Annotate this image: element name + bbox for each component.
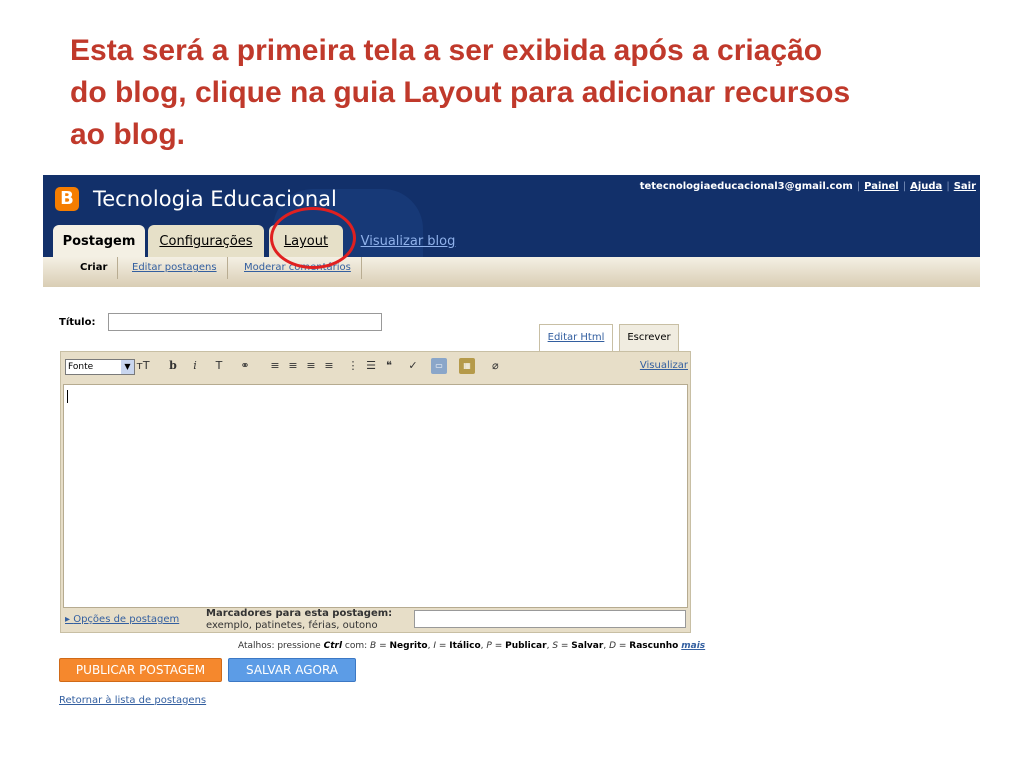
painel-link[interactable]: Painel — [864, 181, 899, 192]
account-bar: tetecnologiaeducacional3@gmail.com | Paine… — [639, 181, 976, 192]
tab-escrever[interactable]: Escrever — [619, 324, 679, 353]
tab-configuracoes[interactable]: Configurações — [148, 225, 264, 257]
align-center-icon[interactable]: ≡ — [285, 358, 301, 374]
video-icon[interactable]: ▦ — [459, 358, 475, 374]
layout-highlight-circle — [270, 207, 356, 269]
link-icon[interactable]: ⚭ — [237, 358, 253, 374]
bullet-list-icon[interactable]: ☰ — [363, 358, 379, 374]
font-select-value: Fonte — [68, 362, 94, 372]
blogger-screenshot: B Tecnologia Educacional tetecnologiaedu… — [43, 175, 980, 715]
shortcut-italico: Itálico — [449, 641, 481, 651]
shortcut-salvar: Salvar — [571, 641, 604, 651]
sub-navigation: Criar Editar postagens Moderar comentári… — [43, 257, 980, 287]
chevron-down-icon: ▼ — [121, 360, 134, 374]
remove-format-icon[interactable]: ⌀ — [487, 358, 503, 374]
tab-editar-html[interactable]: Editar Html — [539, 324, 613, 353]
font-size-icon[interactable]: ᴛT — [135, 358, 151, 374]
labels-input[interactable] — [414, 610, 686, 628]
align-left-icon[interactable]: ≡ — [267, 358, 283, 374]
align-right-icon[interactable]: ≡ — [303, 358, 319, 374]
numbered-list-icon[interactable]: ⋮ — [345, 358, 361, 374]
image-icon[interactable]: ▭ — [431, 358, 447, 374]
editor-toolbar: Fonte ▼ ᴛT b i T ⚭ ≡ ≡ ≡ ≡ ⋮ ☰ ❝ ✓ ▭ ▦ ⌀ … — [61, 352, 690, 382]
preview-link[interactable]: Visualizar — [640, 360, 688, 371]
shortcuts-key: Ctrl — [323, 641, 343, 651]
caption-line-2: do blog, clique na guia Layout para adic… — [70, 76, 851, 109]
title-label: Título: — [59, 317, 96, 328]
post-options-link[interactable]: ▸ Opções de postagem — [65, 614, 179, 625]
blogger-logo-icon[interactable]: B — [55, 187, 79, 211]
post-editor: Fonte ▼ ᴛT b i T ⚭ ≡ ≡ ≡ ≡ ⋮ ☰ ❝ ✓ ▭ ▦ ⌀ … — [60, 351, 691, 633]
shortcuts-with: com: — [344, 641, 368, 651]
shortcut-key-s: S — [552, 641, 559, 651]
shortcut-key-b: B — [370, 641, 377, 651]
instruction-caption: Esta será a primeira tela a ser exibida … — [70, 30, 990, 156]
subnav-editar-postagens[interactable]: Editar postagens — [132, 257, 228, 279]
text-caret — [67, 390, 68, 403]
text-color-icon[interactable]: T — [211, 358, 227, 374]
subnav-criar[interactable]: Criar — [80, 257, 119, 279]
bold-icon[interactable]: b — [165, 358, 181, 374]
caption-line-3: ao blog. — [70, 118, 185, 151]
publish-post-button[interactable]: PUBLICAR POSTAGEM — [59, 658, 222, 682]
font-select[interactable]: Fonte ▼ — [65, 359, 135, 375]
keyboard-shortcuts-hint: Atalhos: pressione Ctrl com: B = Negrito… — [238, 641, 706, 651]
shortcut-rascunho: Rascunho — [629, 641, 679, 651]
return-to-posts-link[interactable]: Retornar à lista de postagens — [59, 695, 206, 706]
account-email: tetecnologiaeducacional3@gmail.com — [639, 181, 853, 192]
labels-example: exemplo, patinetes, férias, outono — [206, 620, 378, 631]
labels-hint: Marcadores para esta postagem: exemplo, … — [206, 608, 392, 632]
shortcuts-prefix: Atalhos: pressione — [238, 641, 321, 651]
justify-icon[interactable]: ≡ — [321, 358, 337, 374]
shortcut-key-p: P — [486, 641, 492, 651]
spellcheck-icon[interactable]: ✓ — [405, 358, 421, 374]
italic-icon[interactable]: i — [187, 358, 203, 374]
ajuda-link[interactable]: Ajuda — [910, 181, 942, 192]
post-options-label: Opções de postagem — [73, 614, 180, 625]
shortcut-key-i: I — [433, 641, 436, 651]
post-options-bar: ▸ Opções de postagem Marcadores para est… — [61, 608, 690, 632]
quote-icon[interactable]: ❝ — [381, 358, 397, 374]
post-body-textarea[interactable] — [63, 384, 688, 608]
shortcut-publicar: Publicar — [505, 641, 547, 651]
sair-link[interactable]: Sair — [954, 181, 976, 192]
title-input[interactable] — [108, 313, 382, 331]
blogger-header: B Tecnologia Educacional tetecnologiaedu… — [43, 175, 980, 257]
tab-postagem[interactable]: Postagem — [53, 225, 145, 257]
shortcuts-more-link[interactable]: mais — [681, 641, 705, 651]
save-now-button[interactable]: SALVAR AGORA — [228, 658, 356, 682]
caption-line-1: Esta será a primeira tela a ser exibida … — [70, 34, 823, 67]
tab-visualizar-blog[interactable]: Visualizar blog — [353, 225, 463, 257]
labels-heading: Marcadores para esta postagem: — [206, 608, 393, 619]
shortcut-key-d: D — [609, 641, 616, 651]
shortcut-negrito: Negrito — [389, 641, 428, 651]
